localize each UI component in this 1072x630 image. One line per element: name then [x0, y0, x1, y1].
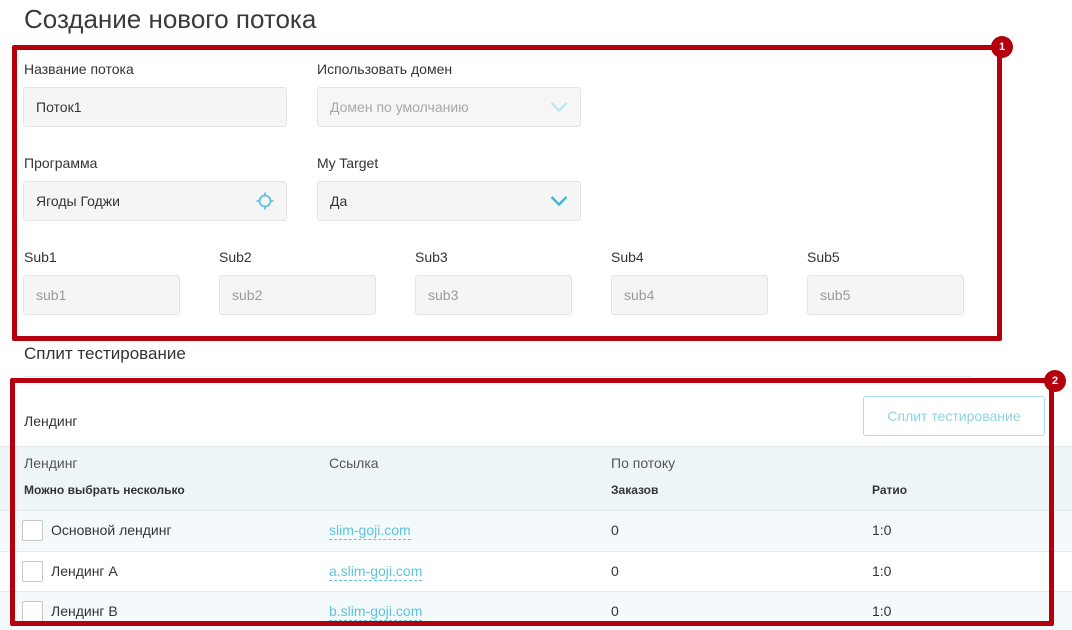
annotation-badge-2: 2: [1044, 370, 1066, 392]
annotation-box-2: [10, 378, 1054, 626]
section-divider: [24, 376, 972, 377]
annotation-box-1: [12, 45, 1002, 341]
page-title: Создание нового потока: [24, 4, 317, 34]
split-section-title: Сплит тестирование: [24, 344, 186, 363]
annotation-badge-1: 1: [991, 36, 1013, 58]
